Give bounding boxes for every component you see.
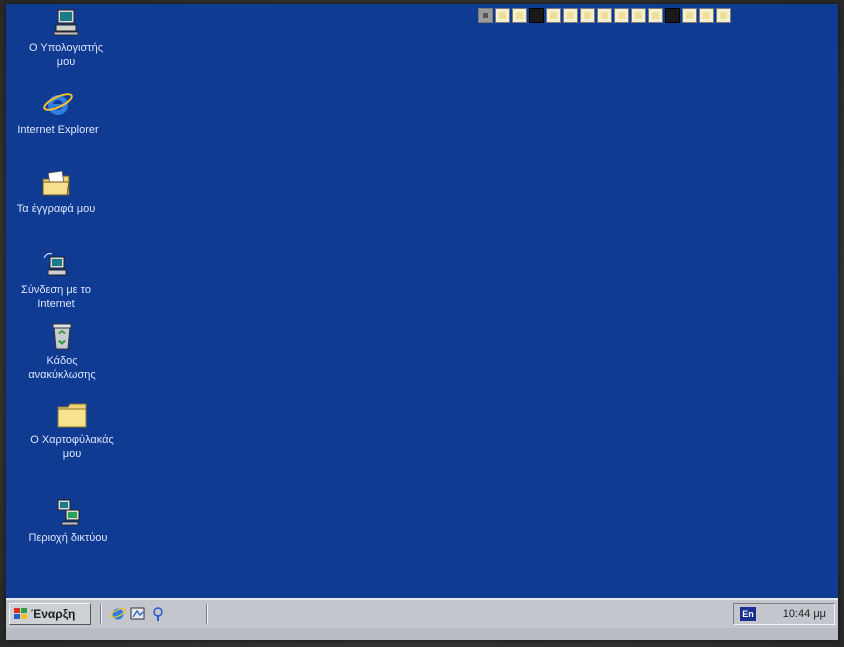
start-button[interactable]: Έναρξη bbox=[9, 603, 91, 625]
strip-box[interactable] bbox=[682, 8, 697, 23]
strip-box[interactable] bbox=[648, 8, 663, 23]
network-icon bbox=[57, 499, 80, 526]
desktop-icon-label: Κάδος ανακύκλωσης bbox=[28, 355, 96, 381]
briefcase-folder-icon bbox=[57, 403, 87, 428]
start-button-label: Έναρξη bbox=[31, 607, 76, 621]
desktop-icon-label: Internet Explorer bbox=[17, 124, 99, 136]
strip-box[interactable] bbox=[512, 8, 527, 23]
taskbar: Έναρξη En 10:44 μμ bbox=[6, 598, 838, 628]
strip-box[interactable] bbox=[597, 8, 612, 23]
system-tray: En 10:44 μμ bbox=[733, 603, 835, 625]
channels-quick-icon[interactable] bbox=[150, 606, 166, 622]
desktop-icon-label: Περιοχή δικτύου bbox=[28, 532, 108, 544]
desktop-icon-label: Σύνδεση με το Internet bbox=[21, 284, 91, 310]
desktop-icon-label: Τα έγγραφά μου bbox=[16, 203, 96, 215]
desktop-icon-internet-explorer[interactable]: Internet Explorer bbox=[0, 90, 118, 137]
desktop: Ο Υπολογιστής μου Internet Explorer Τα έ… bbox=[6, 4, 838, 598]
monitor-screen: Ο Υπολογιστής μου Internet Explorer Τα έ… bbox=[6, 4, 838, 640]
desktop-icon-my-computer[interactable]: Ο Υπολογιστής μου bbox=[6, 8, 126, 69]
strip-box[interactable] bbox=[495, 8, 510, 23]
taskbar-separator bbox=[206, 604, 208, 624]
windows-logo-icon bbox=[14, 608, 27, 619]
my-computer-icon bbox=[53, 9, 79, 36]
photo-frame: Ο Υπολογιστής μου Internet Explorer Τα έ… bbox=[0, 0, 844, 647]
taskbar-separator bbox=[100, 604, 102, 624]
desktop-icon-label: Ο Υπολογιστής μου bbox=[28, 42, 104, 68]
desktop-icon-label: Ο Χαρτοφύλακάς μου bbox=[30, 434, 114, 460]
top-toolbar-strip bbox=[478, 8, 731, 24]
clock[interactable]: 10:44 μμ bbox=[783, 608, 826, 620]
strip-box[interactable] bbox=[699, 8, 714, 23]
desktop-icon-my-documents[interactable]: Τα έγγραφά μου bbox=[0, 169, 116, 216]
strip-box bbox=[665, 8, 680, 23]
my-documents-icon bbox=[42, 170, 70, 196]
desktop-icon-network[interactable]: Περιοχή δικτύου bbox=[8, 498, 128, 545]
recycle-bin-icon bbox=[52, 323, 72, 350]
desktop-icon-connect-internet[interactable]: Σύνδεση με το Internet bbox=[0, 250, 116, 311]
desktop-quick-icon[interactable] bbox=[130, 606, 146, 622]
desktop-icon-briefcase[interactable]: Ο Χαρτοφύλακάς μου bbox=[12, 400, 132, 461]
internet-explorer-icon bbox=[43, 93, 73, 115]
ie-quick-icon[interactable] bbox=[110, 606, 126, 622]
strip-box[interactable] bbox=[563, 8, 578, 23]
strip-box[interactable] bbox=[631, 8, 646, 23]
strip-box[interactable] bbox=[580, 8, 595, 23]
strip-box[interactable] bbox=[478, 8, 493, 23]
strip-box[interactable] bbox=[546, 8, 561, 23]
strip-box[interactable] bbox=[716, 8, 731, 23]
strip-box bbox=[529, 8, 544, 23]
connect-internet-icon bbox=[43, 252, 67, 276]
language-indicator[interactable]: En bbox=[740, 607, 756, 621]
strip-box[interactable] bbox=[614, 8, 629, 23]
desktop-icon-recycle-bin[interactable]: Κάδος ανακύκλωσης bbox=[2, 321, 122, 382]
